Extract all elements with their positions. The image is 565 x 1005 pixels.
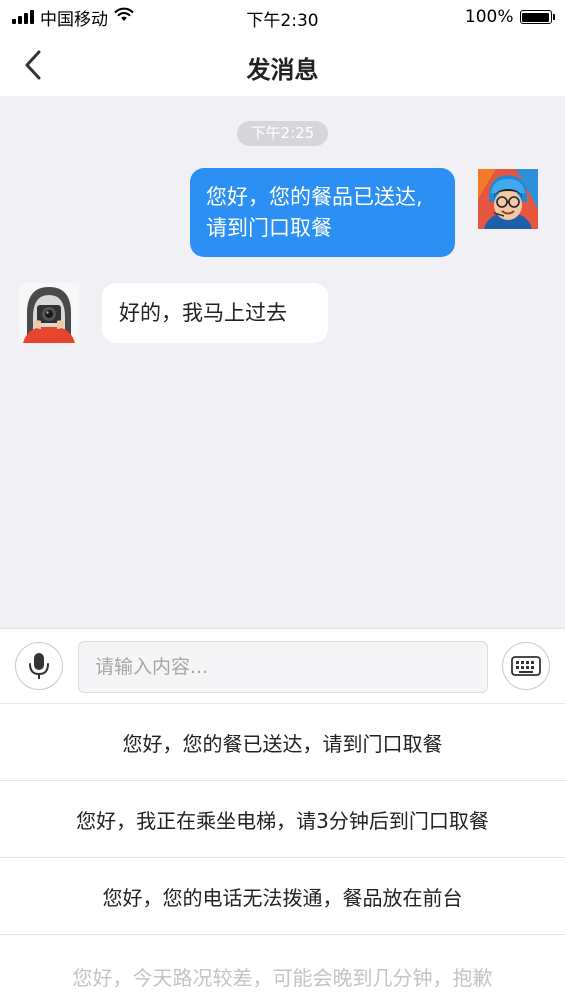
quick-reply-item[interactable]: 您好，我正在乘坐电梯，请3分钟后到门口取餐: [0, 781, 565, 858]
message-input[interactable]: [78, 641, 488, 693]
message-line: 请到门口取餐: [206, 216, 332, 240]
quick-reply-list: 您好，您的餐已送达，请到门口取餐 您好，我正在乘坐电梯，请3分钟后到门口取餐 您…: [0, 704, 565, 1005]
quick-reply-item[interactable]: 您好，您的电话无法拨通，餐品放在前台: [0, 858, 565, 935]
status-right: 100%: [465, 6, 555, 28]
microphone-icon: [29, 653, 49, 679]
page-title: 发消息: [246, 56, 319, 84]
chat-area[interactable]: 下午2:25 您好，您的餐品已送达, 请到门口取餐 好的，我马上过去: [0, 96, 565, 628]
screen: 中国移动 下午2:30 100% 发消息 下午2:25 您好，您的餐品已送达, …: [0, 0, 565, 1005]
voice-input-button[interactable]: [15, 642, 63, 690]
quick-reply-item[interactable]: 您好，您的餐已送达，请到门口取餐: [0, 704, 565, 781]
outgoing-message-bubble[interactable]: 您好，您的餐品已送达, 请到门口取餐: [190, 168, 455, 257]
battery-icon: [519, 10, 555, 24]
message-line: 您好，您的餐品已送达,: [206, 185, 423, 209]
keyboard-icon: [511, 656, 541, 676]
rider-avatar[interactable]: [478, 169, 538, 229]
customer-avatar[interactable]: [19, 283, 79, 343]
nav-bar: 发消息: [0, 34, 565, 96]
incoming-message-bubble[interactable]: 好的，我马上过去: [102, 283, 328, 343]
keyboard-toggle-button[interactable]: [502, 642, 550, 690]
input-bar: [0, 628, 565, 704]
message-timestamp: 下午2:25: [237, 121, 328, 146]
battery-percent: 100%: [464, 7, 514, 27]
status-bar: 中国移动 下午2:30 100%: [0, 0, 565, 34]
quick-reply-item[interactable]: 您好，今天路况较差，可能会晚到几分钟，抱歉: [0, 935, 565, 1005]
